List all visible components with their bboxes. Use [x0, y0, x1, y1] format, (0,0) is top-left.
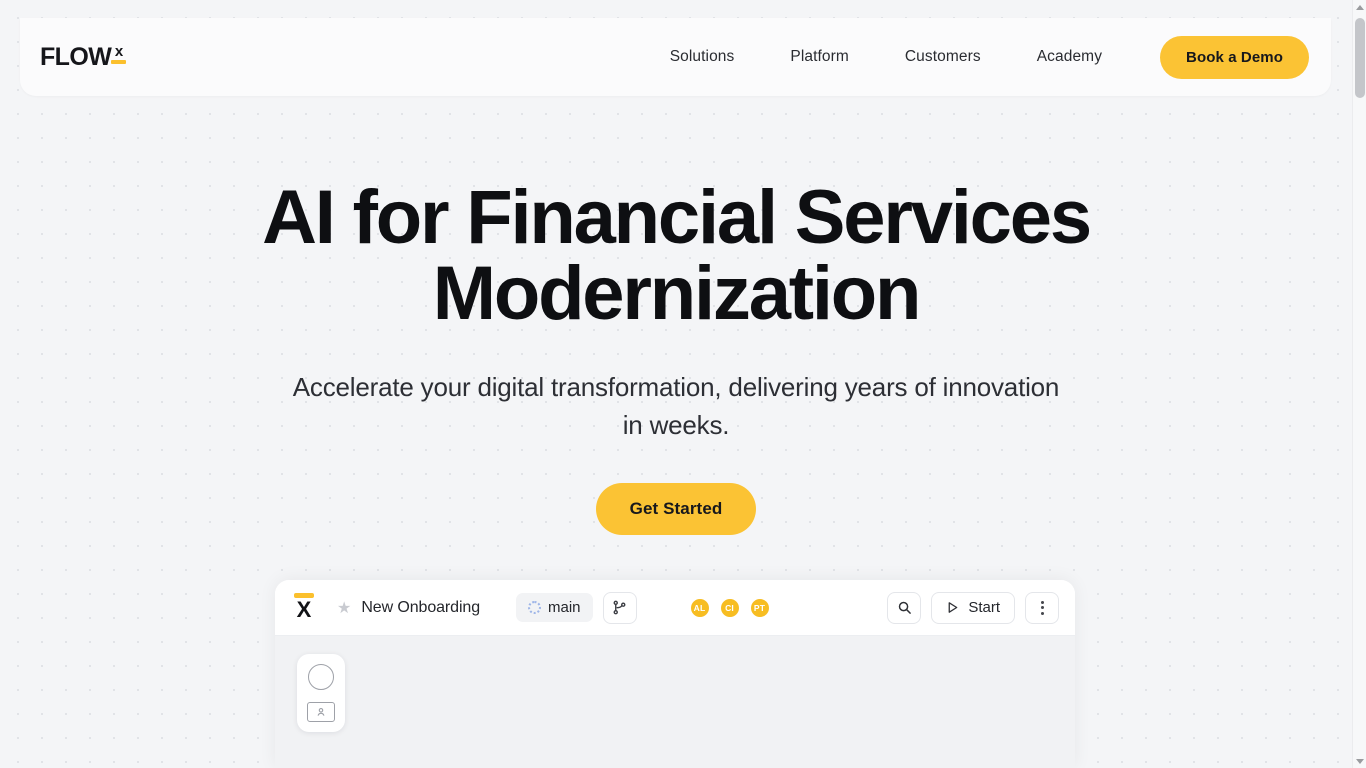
- scroll-up-arrow-icon[interactable]: [1353, 0, 1366, 14]
- nav-item-customers[interactable]: Customers: [877, 38, 1009, 76]
- get-started-button[interactable]: Get Started: [595, 482, 757, 535]
- tool-palette: [297, 654, 345, 732]
- hero-subtitle: Accelerate your digital transformation, …: [292, 372, 1060, 441]
- app-preview-mockup: X ★ New Onboarding main AL CI PT Start: [275, 580, 1075, 768]
- scrollbar-thumb[interactable]: [1355, 18, 1365, 98]
- nav-item-solutions[interactable]: Solutions: [642, 38, 763, 76]
- brand-logo-word: FLOW: [40, 42, 112, 71]
- more-options-button[interactable]: [1025, 591, 1059, 624]
- app-logo-x-glyph: X: [296, 597, 312, 623]
- brand-logo[interactable]: FLOW x: [40, 42, 127, 71]
- search-icon: [898, 601, 911, 614]
- book-a-demo-button[interactable]: Book a Demo: [1160, 35, 1309, 79]
- user-card-tool-icon[interactable]: [307, 702, 335, 722]
- app-toolbar: X ★ New Onboarding main AL CI PT Start: [275, 580, 1075, 636]
- start-button-label: Start: [968, 599, 1000, 616]
- page-title: AI for Financial Services Modernization: [262, 175, 1092, 336]
- star-icon[interactable]: ★: [337, 598, 351, 618]
- branch-selector[interactable]: main: [516, 593, 593, 622]
- person-icon: [317, 708, 325, 716]
- search-icon-button[interactable]: [887, 591, 922, 624]
- avatar[interactable]: PT: [748, 596, 771, 619]
- app-canvas[interactable]: [275, 636, 1075, 768]
- brand-logo-x-glyph: x: [114, 42, 123, 60]
- start-button[interactable]: Start: [931, 591, 1015, 624]
- ellipse-tool-icon[interactable]: [308, 664, 334, 690]
- kebab-menu-icon: [1040, 600, 1044, 615]
- app-logo-icon: X: [291, 593, 317, 623]
- main-navigation: Solutions Platform Customers Academy Boo…: [642, 35, 1309, 79]
- play-icon: [948, 602, 958, 613]
- site-header: FLOW x Solutions Platform Customers Acad…: [20, 18, 1331, 96]
- hero-section: AI for Financial Services Modernization …: [0, 96, 1352, 535]
- avatar[interactable]: CI: [718, 596, 741, 619]
- scroll-down-arrow-icon[interactable]: [1353, 754, 1366, 768]
- branch-label: main: [548, 599, 581, 616]
- collaborator-avatars: AL CI PT: [688, 596, 779, 619]
- app-toolbar-actions: Start: [877, 591, 1059, 624]
- brand-logo-x: x: [111, 42, 127, 64]
- nav-item-platform[interactable]: Platform: [762, 38, 877, 76]
- project-title: New Onboarding: [361, 598, 481, 616]
- brand-logo-underline: [111, 60, 127, 64]
- browser-scrollbar[interactable]: [1352, 0, 1366, 768]
- nav-item-academy[interactable]: Academy: [1009, 38, 1130, 76]
- git-branch-icon: [613, 600, 626, 615]
- avatar[interactable]: AL: [688, 596, 711, 619]
- git-branch-icon-button[interactable]: [602, 591, 637, 624]
- page-background: FLOW x Solutions Platform Customers Acad…: [0, 0, 1352, 768]
- dotted-circle-icon: [528, 601, 542, 614]
